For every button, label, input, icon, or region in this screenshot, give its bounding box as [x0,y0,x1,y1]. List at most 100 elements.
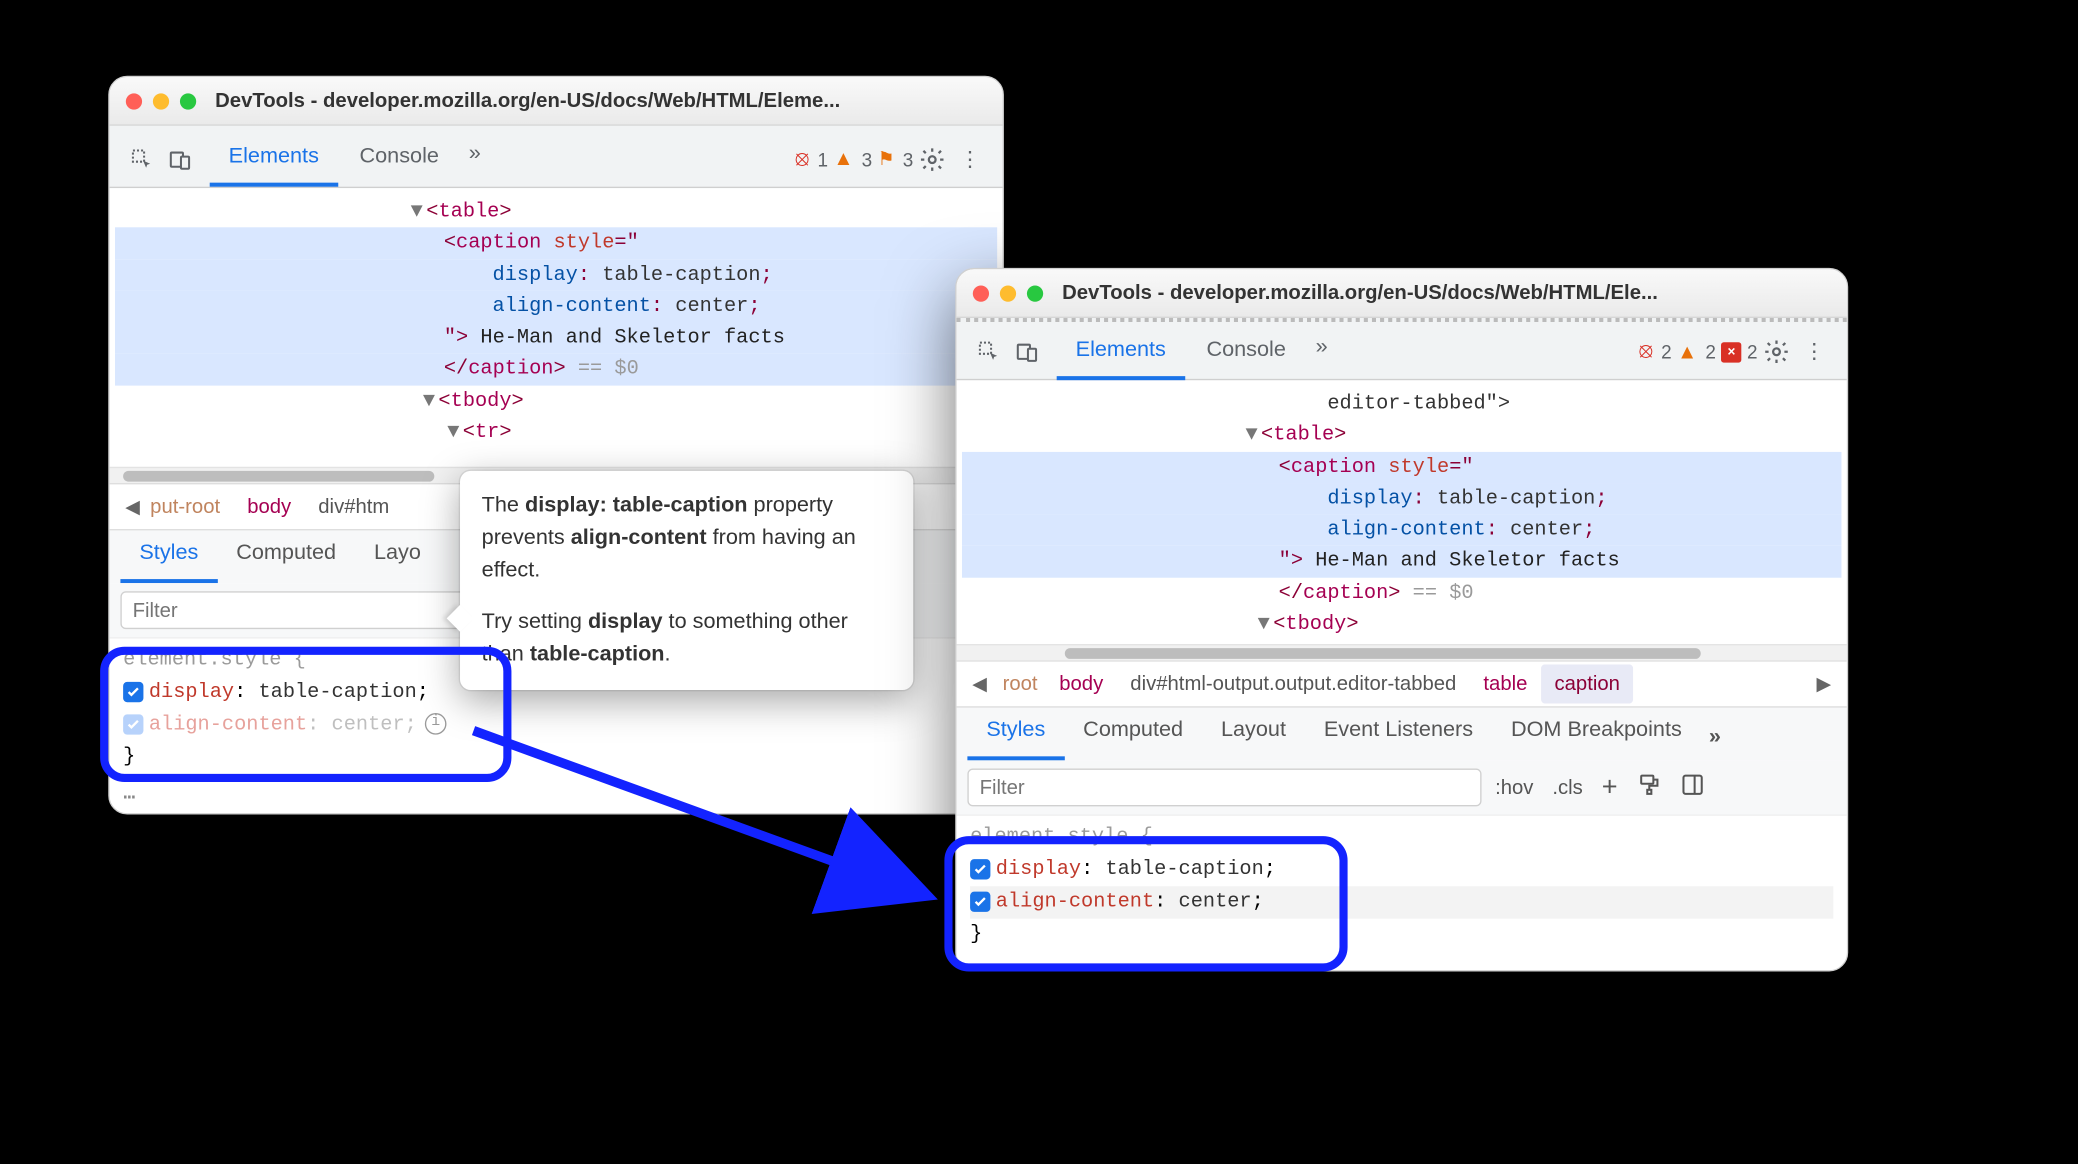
breadcrumb-prev-icon[interactable]: ◀ [965,672,995,695]
subtab-styles[interactable]: Styles [967,706,1064,760]
crumb-body[interactable]: body [1046,664,1117,703]
dom-css-display[interactable]: display: table-caption; [962,483,1841,514]
crumb-body[interactable]: body [234,487,305,526]
dom-css-display[interactable]: display: table-caption; [115,259,997,290]
dom-css-align[interactable]: align-content: center; [962,514,1841,545]
crumb-table[interactable]: table [1470,664,1541,703]
tooltip-paragraph-1: The display: table-caption property prev… [482,490,892,587]
computed-panel-icon[interactable] [1680,773,1704,803]
dom-tree[interactable]: editor-tabbed"> ▼<table> <caption style=… [957,380,1847,644]
styles-pane-tabs: Styles Computed Layout Event Listeners D… [957,706,1847,760]
subtab-styles[interactable]: Styles [120,529,217,583]
warning-count: 3 [862,148,873,170]
breadcrumb-prev-icon[interactable]: ◀ [118,495,148,518]
issue-icon: ⚑ [878,147,895,170]
maximize-window-icon[interactable] [180,93,196,109]
dom-caption-text[interactable]: "> He-Man and Skeletor facts [115,322,997,353]
dom-node-table[interactable]: ▼<table> [962,420,1841,451]
subtab-dom-breakpoints[interactable]: DOM Breakpoints [1492,706,1701,760]
dom-node-table[interactable]: ▼<table> [115,196,997,227]
window-titlebar[interactable]: DevTools - developer.mozilla.org/en-US/d… [110,77,1003,126]
subtab-computed[interactable]: Computed [217,529,355,583]
panel-tabs: Elements Console » [1057,324,1336,379]
more-panels-icon[interactable]: » [1308,324,1336,379]
dom-node-tbody[interactable]: ▼<tbody> [115,385,997,416]
warning-icon: ▲ [833,147,853,170]
inspect-element-icon[interactable] [970,333,1008,371]
minimize-window-icon[interactable] [1000,285,1016,301]
settings-icon[interactable] [913,140,951,178]
issue-badges[interactable]: ⦻1 ▲3 ⚑3 [795,147,913,171]
kebab-menu-icon[interactable]: ⋮ [951,140,989,178]
crumb-div[interactable]: div#htm [305,487,403,526]
more-panels-icon[interactable]: » [461,131,489,186]
more-rules-ellipsis: ⋯ [110,785,1003,815]
tab-console[interactable]: Console [341,131,458,186]
tab-elements[interactable]: Elements [210,131,338,186]
dom-node-caption-close[interactable]: </caption> == $0 [962,577,1841,608]
error-icon: ⦻ [1639,340,1653,364]
tab-elements[interactable]: Elements [1057,324,1185,379]
error-icon: ⦻ [795,147,809,171]
breadcrumb: ◀ root body div#html-output.output.edito… [957,660,1847,706]
window-title: DevTools - developer.mozilla.org/en-US/d… [215,89,986,112]
tab-console[interactable]: Console [1188,324,1305,379]
subtab-event-listeners[interactable]: Event Listeners [1305,706,1492,760]
traffic-lights[interactable] [126,93,196,109]
warning-icon: ▲ [1677,340,1697,363]
warning-tooltip: The display: table-caption property prev… [460,471,913,690]
issue-badges[interactable]: ⦻2 ▲2 ×2 [1639,340,1758,364]
tooltip-paragraph-2: Try setting display to something other t… [482,606,892,671]
crumb-caption[interactable]: caption [1541,664,1634,703]
warning-count: 2 [1705,341,1716,363]
crumb-div[interactable]: div#html-output.output.editor-tabbed [1117,664,1470,703]
styles-filter-input[interactable] [967,769,1481,807]
annotation-highlight-before [100,647,511,782]
maximize-window-icon[interactable] [1027,285,1043,301]
dom-css-align[interactable]: align-content: center; [115,291,997,322]
dom-node-tr[interactable]: ▼<tr> [115,416,997,447]
subtab-layout[interactable]: Layout [1202,706,1305,760]
crumb-root[interactable]: root [994,664,1045,703]
window-titlebar[interactable]: DevTools - developer.mozilla.org/en-US/d… [957,269,1847,318]
subtab-layout[interactable]: Layo [355,529,440,583]
dom-node-prefix[interactable]: editor-tabbed"> [962,388,1841,419]
dom-tree[interactable]: ▼<table> <caption style=" display: table… [110,188,1003,467]
devtools-toolbar: Elements Console » ⦻2 ▲2 ×2 ⋮ [957,318,1847,380]
dom-node-tbody[interactable]: ▼<tbody> [962,609,1841,640]
close-window-icon[interactable] [973,285,989,301]
new-style-rule-icon[interactable]: + [1602,772,1618,803]
breadcrumb-next-icon[interactable]: ▶ [1809,672,1839,695]
error-count: 1 [817,148,828,170]
kebab-menu-icon[interactable]: ⋮ [1795,333,1833,371]
styles-toolbar: :hov .cls + [1495,772,1704,803]
more-subtabs-icon[interactable]: » [1701,714,1729,760]
error-count: 2 [1661,341,1672,363]
paint-icon[interactable] [1637,773,1661,803]
dom-node-caption-close[interactable]: </caption> == $0 [115,353,997,384]
issue-icon: × [1721,342,1741,362]
devtools-toolbar: Elements Console » ⦻1 ▲3 ⚑3 ⋮ [110,126,1003,188]
horizontal-scrollbar[interactable] [957,644,1847,660]
window-title: DevTools - developer.mozilla.org/en-US/d… [1062,281,1831,304]
device-toggle-icon[interactable] [161,140,199,178]
settings-icon[interactable] [1758,333,1796,371]
annotation-highlight-after [944,836,1347,971]
styles-filter-row: :hov .cls + [957,760,1847,815]
cls-toggle[interactable]: .cls [1552,776,1582,799]
close-window-icon[interactable] [126,93,142,109]
issue-count: 2 [1747,341,1758,363]
panel-tabs: Elements Console » [210,131,489,186]
minimize-window-icon[interactable] [153,93,169,109]
issue-count: 3 [903,148,914,170]
subtab-computed[interactable]: Computed [1064,706,1202,760]
traffic-lights[interactable] [973,285,1043,301]
dom-node-caption-open[interactable]: <caption style=" [962,451,1841,482]
crumb-root[interactable]: put-root [147,487,233,526]
device-toggle-icon[interactable] [1008,333,1046,371]
hov-toggle[interactable]: :hov [1495,776,1533,799]
dom-caption-text[interactable]: "> He-Man and Skeletor facts [962,546,1841,577]
filter-input-wrapper [967,769,1481,807]
dom-node-caption-open[interactable]: <caption style=" [115,228,997,259]
inspect-element-icon[interactable] [123,140,161,178]
